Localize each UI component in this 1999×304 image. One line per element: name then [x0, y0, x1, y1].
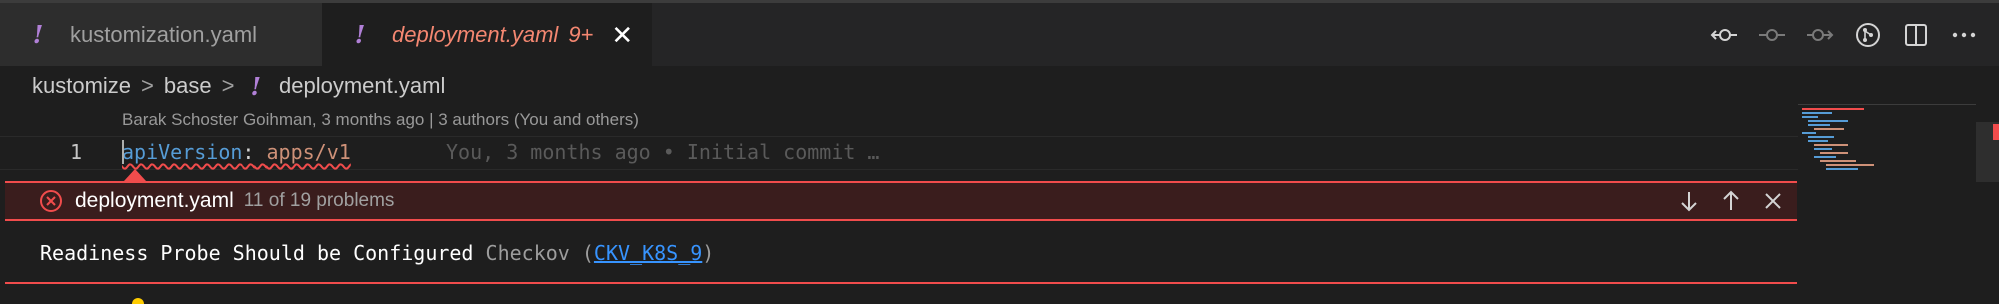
error-circle-icon: [39, 189, 63, 213]
problem-open-paren: (: [569, 241, 594, 265]
yaml-colon: :: [242, 140, 255, 164]
minimap-line: [1802, 132, 1816, 134]
next-problem-arrow-down-icon[interactable]: [1675, 187, 1703, 215]
git-compare-icon[interactable]: [1853, 20, 1883, 50]
close-icon[interactable]: ✕: [611, 22, 633, 48]
git-commit-forward-icon[interactable]: [1805, 20, 1835, 50]
text-cursor: [122, 140, 124, 164]
problem-message-line: Readiness Probe Should be Configured Che…: [40, 241, 714, 265]
minimap-line: [1808, 136, 1834, 138]
minimap-line: [1814, 156, 1836, 158]
minimap-line: [1814, 148, 1832, 150]
git-commit-back-icon[interactable]: [1709, 20, 1739, 50]
minimap[interactable]: [1798, 104, 1980, 304]
minimap-divider: [1798, 104, 1980, 105]
previous-problem-arrow-up-icon[interactable]: [1717, 187, 1745, 215]
peek-file-name: deployment.yaml: [75, 189, 234, 212]
minimap-line: [1808, 124, 1830, 126]
problem-code-link[interactable]: CKV_K8S_9: [594, 241, 702, 265]
yaml-exclamation-icon: !: [354, 20, 366, 49]
problem-close-paren: ): [702, 241, 715, 265]
scrollbar-error-marker: [1993, 124, 1999, 140]
minimap-line: [1820, 160, 1856, 162]
problem-message: Readiness Probe Should be Configured: [40, 241, 474, 265]
line-number: 1: [69, 140, 82, 164]
breadcrumb-file[interactable]: deployment.yaml: [279, 73, 445, 99]
peek-actions: [1675, 187, 1787, 215]
split-editor-icon[interactable]: [1901, 20, 1931, 50]
more-actions-icon[interactable]: [1949, 20, 1979, 50]
peek-problem-count: 11 of 19 problems: [243, 190, 395, 211]
close-peek-icon[interactable]: [1759, 187, 1787, 215]
inline-blame-annotation: You, 3 months ago • Initial commit …: [446, 140, 880, 164]
code-line[interactable]: apiVersion: apps/v1: [122, 140, 351, 164]
git-blame-codelens[interactable]: Barak Schoster Goihman, 3 months ago | 3…: [122, 110, 639, 130]
tab-kustomization[interactable]: ! kustomization.yaml: [0, 3, 322, 66]
minimap-line: [1808, 120, 1848, 122]
chevron-right-icon: >: [221, 73, 235, 98]
minimap-line: [1802, 108, 1864, 110]
minimap-line: [1814, 144, 1848, 146]
tab-deployment[interactable]: ! deployment.yaml 9+ ✕: [322, 3, 652, 66]
minimap-line: [1820, 152, 1848, 154]
tab-bar: ! kustomization.yaml ! deployment.yaml 9…: [0, 0, 1999, 66]
editor-actions: [1709, 17, 1979, 53]
problem-source: Checkov: [485, 241, 570, 265]
minimap-line: [1826, 164, 1874, 166]
minimap-line: [1808, 140, 1828, 142]
peek-pointer-arrow: [124, 169, 146, 181]
problem-peek-body: Readiness Probe Should be Configured Che…: [5, 221, 1797, 283]
breadcrumb: kustomize > base > ! deployment.yaml: [32, 68, 445, 104]
lightbulb-icon[interactable]: [132, 298, 144, 304]
yaml-value: apps/v1: [266, 140, 351, 164]
editor-window: ! kustomization.yaml ! deployment.yaml 9…: [0, 0, 1999, 304]
minimap-line: [1802, 112, 1832, 114]
minimap-line: [1802, 116, 1818, 118]
yaml-exclamation-icon: !: [32, 20, 44, 49]
tab-label: kustomization.yaml: [70, 21, 258, 47]
yaml-exclamation-icon: !: [250, 71, 262, 101]
minimap-line: [1826, 168, 1858, 170]
problem-peek-header: deployment.yaml 11 of 19 problems: [5, 181, 1797, 221]
tab-label: deployment.yaml: [392, 21, 559, 47]
problem-count-badge: 9+: [568, 21, 594, 47]
minimap-line: [1814, 128, 1844, 130]
chevron-right-icon: >: [141, 73, 154, 98]
peek-bottom-border: [5, 282, 1797, 284]
breadcrumb-folder-kustomize[interactable]: kustomize: [32, 73, 131, 99]
breadcrumb-folder-base[interactable]: base: [164, 73, 212, 99]
yaml-key: apiVersion: [122, 140, 243, 164]
git-commit-icon[interactable]: [1757, 20, 1787, 50]
